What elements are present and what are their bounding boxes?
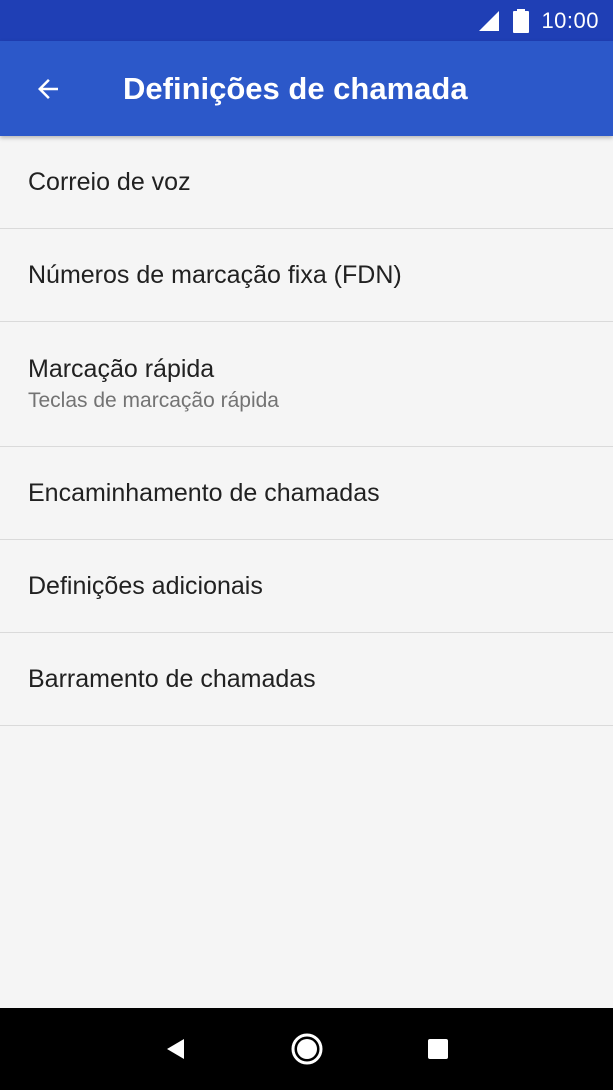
- nav-recents-icon: [427, 1039, 448, 1059]
- navigation-bar: [0, 1008, 613, 1090]
- nav-home-button[interactable]: [277, 1019, 337, 1079]
- back-button[interactable]: [0, 41, 96, 136]
- list-item-title: Barramento de chamadas: [28, 665, 316, 693]
- list-item-speed-dial[interactable]: Marcação rápida Teclas de marcação rápid…: [0, 322, 613, 447]
- arrow-back-icon: [38, 78, 58, 99]
- nav-back-button[interactable]: [146, 1019, 206, 1079]
- nav-recents-button[interactable]: [408, 1019, 468, 1079]
- list-item-subtitle: Teclas de marcação rápida: [28, 389, 279, 412]
- status-bar: 10:00: [0, 0, 613, 41]
- signal-icon: [479, 10, 500, 31]
- list-item-title: Marcação rápida: [28, 355, 215, 383]
- battery-icon: [513, 8, 530, 33]
- list-item-call-barring[interactable]: Barramento de chamadas: [0, 633, 613, 726]
- nav-home-icon: [291, 1033, 322, 1065]
- settings-list: Correio de voz Números de marcação fixa …: [0, 136, 613, 726]
- list-item-title: Números de marcação fixa (FDN): [28, 261, 402, 289]
- list-item-title: Correio de voz: [28, 168, 191, 196]
- list-item-title: Definições adicionais: [28, 572, 263, 600]
- status-time: 10:00: [541, 7, 599, 33]
- call-settings-screen: 10:00 Definições de chamada Correio de v…: [0, 0, 613, 1090]
- list-item-voicemail[interactable]: Correio de voz: [0, 136, 613, 229]
- list-item-additional-settings[interactable]: Definições adicionais: [0, 540, 613, 633]
- page-title: Definições de chamada: [123, 70, 468, 106]
- list-item-fixed-dialing-numbers[interactable]: Números de marcação fixa (FDN): [0, 229, 613, 322]
- app-bar: Definições de chamada: [0, 41, 613, 136]
- list-item-title: Encaminhamento de chamadas: [28, 479, 380, 507]
- list-item-call-forwarding[interactable]: Encaminhamento de chamadas: [0, 447, 613, 540]
- nav-back-icon: [166, 1039, 184, 1059]
